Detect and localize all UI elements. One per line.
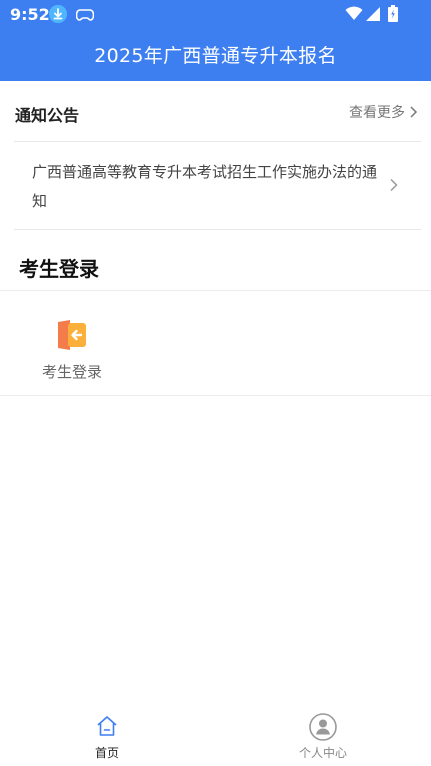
tab-user-center-label: 个人中心 (298, 746, 347, 760)
status-time: 9:52 (10, 5, 50, 24)
notice-section-header: 通知公告 查看更多 (0, 81, 431, 141)
tab-home[interactable]: 首页 (57, 714, 157, 764)
notice-list-item[interactable]: 广西普通高等教育专升本考试招生工作实施办法的通知 (0, 142, 431, 229)
notice-item-text: 广西普通高等教育专升本考试招生工作实施办法的通知 (32, 163, 378, 210)
tab-user-center[interactable]: 个人中心 (273, 713, 373, 764)
login-door-icon (58, 320, 86, 350)
chevron-right-icon (410, 106, 418, 118)
divider (14, 229, 421, 230)
view-more-label: 查看更多 (349, 105, 405, 121)
tab-home-label: 首页 (94, 746, 119, 760)
divider (0, 395, 431, 396)
user-center-icon (309, 713, 337, 741)
battery-icon (388, 5, 398, 22)
status-bar: 9:52 (0, 0, 431, 28)
wifi-icon (345, 5, 363, 21)
home-icon (97, 716, 117, 736)
page-title: 2025年广西普通专升本报名 (94, 45, 337, 67)
gamepad-icon (75, 7, 95, 21)
candidate-login-label: 考生登录 (41, 363, 102, 381)
candidate-section-title: 考生登录 (19, 257, 99, 281)
divider (0, 290, 431, 291)
top-app-bar: 9:52 2025年广西普通专升本报名 (0, 0, 431, 81)
bottom-tab-bar: 首页 个人中心 (0, 706, 431, 766)
download-icon (49, 5, 67, 23)
signal-icon (366, 6, 380, 21)
notice-section-title: 通知公告 (15, 106, 80, 125)
candidate-login-button[interactable]: 考生登录 (32, 315, 112, 387)
chevron-right-icon (390, 178, 398, 192)
view-more-link[interactable]: 查看更多 (349, 102, 418, 122)
